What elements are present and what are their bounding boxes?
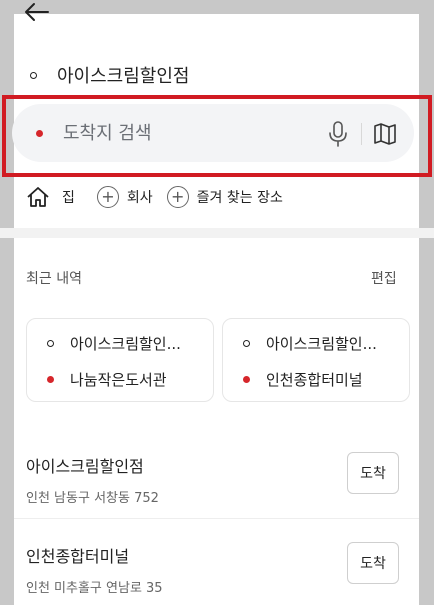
plus-icon: + — [96, 186, 119, 208]
shortcut-favorites-label: 즐겨 찾는 장소 — [196, 190, 283, 206]
shortcut-favorites[interactable]: + 즐겨 찾는 장소 — [166, 186, 283, 208]
place-name: 아이스크림할인점 — [26, 457, 144, 476]
origin-field[interactable]: 아이스크림할인점 — [30, 62, 189, 88]
origin-dot-icon — [30, 71, 37, 79]
arrive-button[interactable]: 도착 — [347, 542, 399, 584]
plus-icon: + — [166, 186, 189, 208]
destination-dot-icon — [36, 129, 43, 137]
place-address: 인천 남동구 서창동 752 — [26, 491, 159, 506]
list-divider — [14, 518, 419, 519]
recent-route-card[interactable]: 아이스크림할인... 인천종합터미널 — [222, 318, 410, 402]
recent-route-from: 아이스크림할인... — [47, 333, 181, 354]
recent-header: 최근 내역 — [26, 271, 82, 287]
home-icon — [27, 187, 49, 207]
destination-search-box[interactable] — [12, 104, 414, 162]
place-name: 인천종합터미널 — [26, 547, 130, 566]
recent-route-card[interactable]: 아이스크림할인... 나눔작은도서관 — [26, 318, 214, 402]
destination-search-input[interactable] — [63, 122, 303, 144]
destination-dot-icon — [47, 376, 54, 383]
recent-route-to: 인천종합터미널 — [243, 369, 363, 390]
shortcut-work-label: 회사 — [126, 190, 153, 206]
shortcut-chips: 집 + 회사 + 즐겨 찾는 장소 — [26, 183, 297, 211]
origin-dot-icon — [243, 340, 250, 347]
recent-place-item[interactable]: 인천종합터미널 인천 미추홀구 연남로 35 — [26, 543, 400, 596]
shortcut-home[interactable]: 집 — [26, 186, 75, 208]
origin-dot-icon — [47, 340, 54, 347]
shortcut-home-label: 집 — [62, 190, 75, 206]
microphone-icon[interactable] — [328, 120, 348, 148]
recent-route-to: 나눔작은도서관 — [47, 369, 167, 390]
origin-text: 아이스크림할인점 — [57, 66, 190, 87]
shortcut-work[interactable]: + 회사 — [96, 186, 153, 208]
edit-button[interactable]: 편집 — [371, 268, 397, 288]
search-divider — [361, 123, 362, 145]
section-separator — [0, 228, 434, 238]
recent-route-from: 아이스크림할인... — [243, 333, 377, 354]
recent-place-item[interactable]: 아이스크림할인점 인천 남동구 서창동 752 — [26, 453, 400, 506]
map-icon[interactable] — [372, 121, 398, 147]
back-arrow-icon[interactable] — [22, 0, 50, 24]
destination-dot-icon — [243, 376, 250, 383]
arrive-button[interactable]: 도착 — [347, 452, 399, 494]
place-address: 인천 미추홀구 연남로 35 — [26, 581, 163, 596]
